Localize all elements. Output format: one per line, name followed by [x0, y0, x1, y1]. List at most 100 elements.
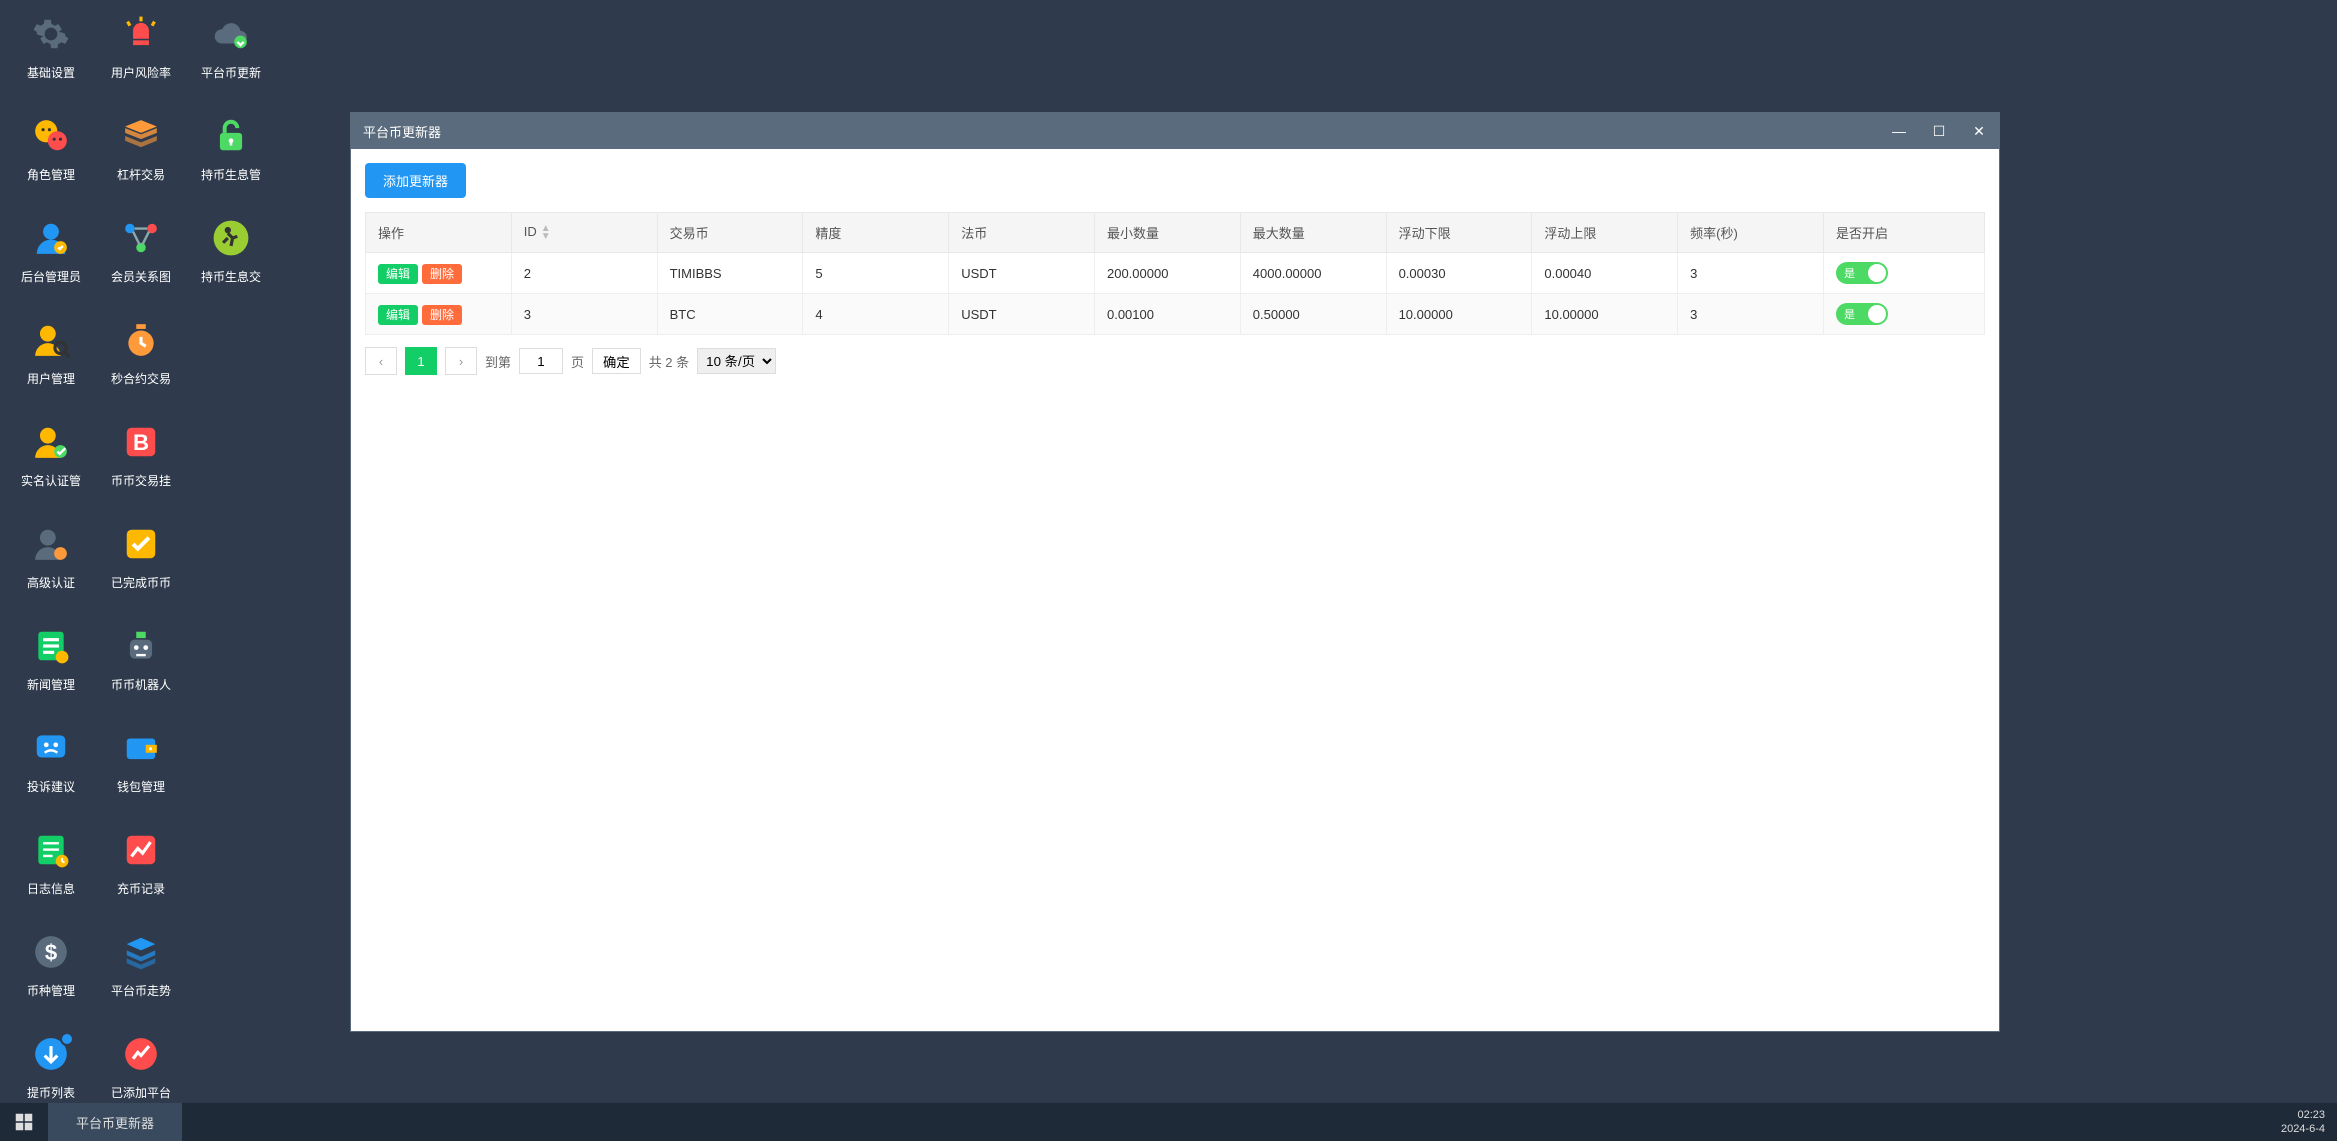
desktop-icon-label: 后台管理员 — [21, 268, 81, 285]
delete-button[interactable]: 删除 — [422, 264, 462, 284]
cell-coin: TIMIBBS — [657, 253, 803, 294]
cell-id: 3 — [511, 294, 657, 335]
updater-table: 操作ID▲▼交易币精度法币最小数量最大数量浮动下限浮动上限频率(秒)是否开启 编… — [365, 212, 1985, 335]
goto-page-input[interactable] — [519, 348, 563, 374]
maximize-icon[interactable]: ☐ — [1931, 123, 1947, 140]
table-row: 编辑删除 3 BTC 4 USDT 0.00100 0.50000 10.000… — [366, 294, 1985, 335]
edit-button[interactable]: 编辑 — [378, 305, 418, 325]
switch-label: 是 — [1844, 265, 1855, 281]
desktop-icon-币币交易挂[interactable]: B币币交易挂 — [96, 414, 186, 516]
window-controls: — ☐ ✕ — [1891, 123, 1987, 140]
switch-knob — [1868, 264, 1886, 282]
timer-icon — [121, 320, 161, 360]
app-window: 平台币更新器 — ☐ ✕ 添加更新器 操作ID▲▼交易币精度法币最小数量最大数量… — [350, 112, 2000, 1032]
desktop-icon-实名认证管[interactable]: 实名认证管 — [6, 414, 96, 516]
sort-icon: ▲▼ — [541, 225, 551, 241]
desktop-icon-label: 新闻管理 — [27, 676, 75, 693]
start-button[interactable] — [0, 1103, 48, 1141]
robot-icon — [121, 626, 161, 666]
col-header: 最大数量 — [1240, 213, 1386, 253]
desktop-icon-币种管理[interactable]: $币种管理 — [6, 924, 96, 1026]
gear-icon — [31, 14, 71, 54]
check-icon — [121, 524, 161, 564]
desktop-icon-币币机器人[interactable]: 币币机器人 — [96, 618, 186, 720]
switch-label: 是 — [1844, 306, 1855, 322]
desktop-icon-持币生息交[interactable]: 持币生息交 — [186, 210, 276, 312]
desktop-icon-label: 秒合约交易 — [111, 370, 171, 387]
add-updater-button[interactable]: 添加更新器 — [365, 163, 466, 198]
desktop-icon-充币记录[interactable]: 充币记录 — [96, 822, 186, 924]
desktop-icon-label: 实名认证管 — [21, 472, 81, 489]
bitcoin-icon: B — [121, 422, 161, 462]
taskbar-app-item[interactable]: 平台币更新器 — [48, 1103, 182, 1141]
desktop-icon-平台币走势[interactable]: 平台币走势 — [96, 924, 186, 1026]
desktop-icon-角色管理[interactable]: 角色管理 — [6, 108, 96, 210]
enable-toggle[interactable]: 是 — [1836, 262, 1888, 284]
col-header: 交易币 — [657, 213, 803, 253]
next-page-button[interactable]: › — [445, 347, 477, 375]
taskbar: 平台币更新器 02:23 2024-6-4 — [0, 1103, 2337, 1141]
table-row: 编辑删除 2 TIMIBBS 5 USDT 200.00000 4000.000… — [366, 253, 1985, 294]
enable-toggle[interactable]: 是 — [1836, 303, 1888, 325]
minimize-icon[interactable]: — — [1891, 123, 1907, 140]
admin-icon — [31, 218, 71, 258]
desktop-icon-用户风险率[interactable]: 用户风险率 — [96, 6, 186, 108]
desktop-icon-持币生息管[interactable]: 持币生息管 — [186, 108, 276, 210]
desktop-icon-钱包管理[interactable]: 钱包管理 — [96, 720, 186, 822]
desktop-icon-label: 币种管理 — [27, 982, 75, 999]
desktop-icon-后台管理员[interactable]: 后台管理员 — [6, 210, 96, 312]
page-1-button[interactable]: 1 — [405, 347, 437, 375]
cell-precision: 5 — [803, 253, 949, 294]
desktop-icon-label: 币币机器人 — [111, 676, 171, 693]
window-body: 添加更新器 操作ID▲▼交易币精度法币最小数量最大数量浮动下限浮动上限频率(秒)… — [351, 149, 1999, 1031]
desktop-icon-秒合约交易[interactable]: 秒合约交易 — [96, 312, 186, 414]
stack-icon — [121, 116, 161, 156]
prev-page-button[interactable]: ‹ — [365, 347, 397, 375]
desktop-icon-基础设置[interactable]: 基础设置 — [6, 6, 96, 108]
chart-icon — [121, 830, 161, 870]
clock-time: 02:23 — [2297, 1108, 2325, 1122]
desktop-icon-高级认证[interactable]: 高级认证 — [6, 516, 96, 618]
desktop-icon-label: 角色管理 — [27, 166, 75, 183]
delete-button[interactable]: 删除 — [422, 305, 462, 325]
trend-icon — [121, 1034, 161, 1074]
per-page-select[interactable]: 10 条/页 — [697, 348, 776, 374]
desktop-icon-杠杆交易[interactable]: 杠杆交易 — [96, 108, 186, 210]
desktop-icon-平台币更新[interactable]: 平台币更新 — [186, 6, 276, 108]
desktop-icon-label: 用户风险率 — [111, 64, 171, 81]
desktop-icon-label: 平台币走势 — [111, 982, 171, 999]
desktop-icon-label: 持币生息管 — [201, 166, 261, 183]
usercheck-icon — [31, 422, 71, 462]
desktop-icon-label: 日志信息 — [27, 880, 75, 897]
desktop-icon-用户管理[interactable]: 用户管理 — [6, 312, 96, 414]
news-icon — [31, 626, 71, 666]
desktop-icon-新闻管理[interactable]: 新闻管理 — [6, 618, 96, 720]
windows-icon — [15, 1113, 33, 1131]
col-header[interactable]: ID▲▼ — [511, 213, 657, 253]
desktop-icon-label: 会员关系图 — [111, 268, 171, 285]
col-header: 最小数量 — [1094, 213, 1240, 253]
col-header: 法币 — [949, 213, 1095, 253]
close-icon[interactable]: ✕ — [1971, 123, 1987, 140]
desktop-icon-label: 充币记录 — [117, 880, 165, 897]
desktop-icon-label: 投诉建议 — [27, 778, 75, 795]
cell-max: 4000.00000 — [1240, 253, 1386, 294]
cell-fiat: USDT — [949, 253, 1095, 294]
taskbar-clock[interactable]: 02:23 2024-6-4 — [2281, 1108, 2337, 1136]
cell-id: 2 — [511, 253, 657, 294]
window-titlebar[interactable]: 平台币更新器 — ☐ ✕ — [351, 113, 1999, 149]
goto-label-prefix: 到第 — [485, 352, 511, 371]
desktop-icon-日志信息[interactable]: 日志信息 — [6, 822, 96, 924]
desktop-icon-label: 已完成币币 — [111, 574, 171, 591]
goto-confirm-button[interactable]: 确定 — [592, 348, 641, 374]
desktop-icon-label: 基础设置 — [27, 64, 75, 81]
desktop-icon-会员关系图[interactable]: 会员关系图 — [96, 210, 186, 312]
desktop-icon-已完成币币[interactable]: 已完成币币 — [96, 516, 186, 618]
switch-knob — [1868, 305, 1886, 323]
desktop-icon-label: 提币列表 — [27, 1084, 75, 1101]
cell-high: 10.00000 — [1532, 294, 1678, 335]
desktop-icon-投诉建议[interactable]: 投诉建议 — [6, 720, 96, 822]
edit-button[interactable]: 编辑 — [378, 264, 418, 284]
cell-min: 200.00000 — [1094, 253, 1240, 294]
lock-icon — [211, 116, 251, 156]
